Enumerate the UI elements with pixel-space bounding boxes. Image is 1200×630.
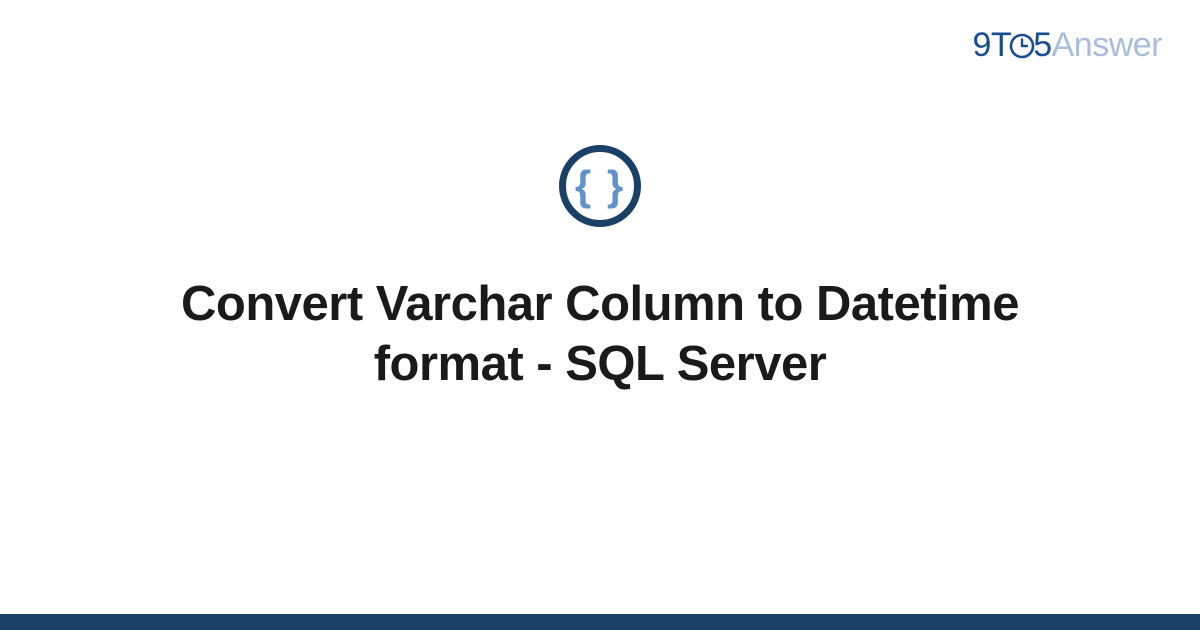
page-title: Convert Varchar Column to Datetime forma… xyxy=(150,275,1050,395)
bottom-accent-bar xyxy=(0,614,1200,630)
code-braces-icon: { } xyxy=(575,165,625,207)
category-badge: { } xyxy=(559,145,641,227)
main-content: { } Convert Varchar Column to Datetime f… xyxy=(0,0,1200,630)
